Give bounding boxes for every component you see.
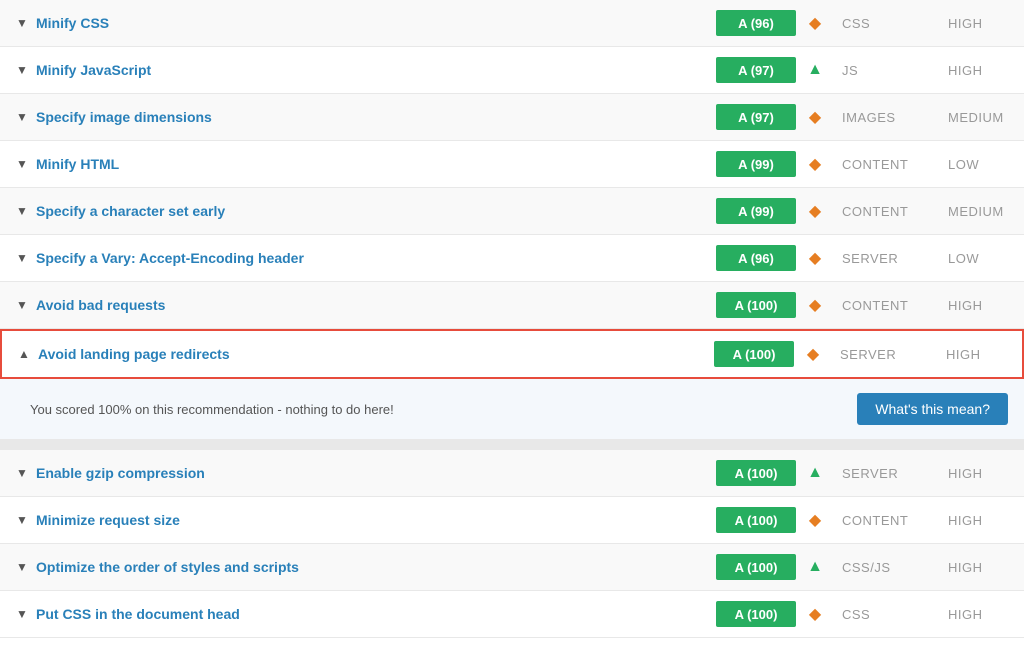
priority-order-of-styles: HIGH [948, 560, 1008, 575]
category-minimize-request-size: CONTENT [842, 513, 932, 528]
category-order-of-styles: CSS/JS [842, 560, 932, 575]
toggle-arrow-specify-charset[interactable]: ▼ [16, 204, 28, 218]
score-badge-specify-image-dimensions: A (97) [716, 104, 796, 130]
trend-diamond-icon: ◆ [804, 13, 826, 33]
row-title-minify-js[interactable]: Minify JavaScript [36, 62, 716, 78]
score-badge-css-in-head: A (100) [716, 601, 796, 627]
detail-row-avoid-landing-redirects: You scored 100% on this recommendation -… [0, 379, 1024, 440]
score-badge-avoid-bad-requests: A (100) [716, 292, 796, 318]
category-specify-image-dimensions: IMAGES [842, 110, 932, 125]
row-title-minify-css[interactable]: Minify CSS [36, 15, 716, 31]
priority-avoid-landing-redirects: HIGH [946, 347, 1006, 362]
category-minify-js: JS [842, 63, 932, 78]
toggle-arrow-order-of-styles[interactable]: ▼ [16, 560, 28, 574]
whats-this-button[interactable]: What's this mean? [857, 393, 1008, 425]
trend-up-icon: ▲ [804, 464, 826, 482]
trend-diamond-icon: ◆ [804, 510, 826, 530]
main-container: ▼ Minify CSS A (96) ◆ CSS HIGH ▼ Minify … [0, 0, 1024, 638]
score-badge-minimize-request-size: A (100) [716, 507, 796, 533]
category-specify-charset: CONTENT [842, 204, 932, 219]
trend-diamond-icon: ◆ [802, 344, 824, 364]
trend-diamond-icon: ◆ [804, 248, 826, 268]
trend-diamond-icon: ◆ [804, 107, 826, 127]
row-title-css-in-head[interactable]: Put CSS in the document head [36, 606, 716, 622]
rule-row-specify-image-dimensions: ▼ Specify image dimensions A (97) ◆ IMAG… [0, 94, 1024, 141]
priority-css-in-head: HIGH [948, 607, 1008, 622]
score-badge-vary-header: A (96) [716, 245, 796, 271]
score-badge-minify-js: A (97) [716, 57, 796, 83]
priority-minimize-request-size: HIGH [948, 513, 1008, 528]
toggle-arrow-minimize-request-size[interactable]: ▼ [16, 513, 28, 527]
priority-specify-charset: MEDIUM [948, 204, 1008, 219]
score-badge-minify-html: A (99) [716, 151, 796, 177]
trend-diamond-icon: ◆ [804, 154, 826, 174]
category-enable-gzip: SERVER [842, 466, 932, 481]
toggle-arrow-enable-gzip[interactable]: ▼ [16, 466, 28, 480]
category-avoid-landing-redirects: SERVER [840, 347, 930, 362]
rule-row-minimize-request-size: ▼ Minimize request size A (100) ◆ CONTEN… [0, 497, 1024, 544]
rule-row-minify-js: ▼ Minify JavaScript A (97) ▲ JS HIGH [0, 47, 1024, 94]
priority-minify-js: HIGH [948, 63, 1008, 78]
priority-enable-gzip: HIGH [948, 466, 1008, 481]
score-badge-minify-css: A (96) [716, 10, 796, 36]
category-avoid-bad-requests: CONTENT [842, 298, 932, 313]
trend-diamond-icon: ◆ [804, 295, 826, 315]
row-title-minimize-request-size[interactable]: Minimize request size [36, 512, 716, 528]
priority-specify-image-dimensions: MEDIUM [948, 110, 1008, 125]
row-title-order-of-styles[interactable]: Optimize the order of styles and scripts [36, 559, 716, 575]
score-badge-avoid-landing-redirects: A (100) [714, 341, 794, 367]
row-title-specify-image-dimensions[interactable]: Specify image dimensions [36, 109, 716, 125]
trend-diamond-icon: ◆ [804, 201, 826, 221]
rule-row-minify-html: ▼ Minify HTML A (99) ◆ CONTENT LOW [0, 141, 1024, 188]
toggle-arrow-vary-header[interactable]: ▼ [16, 251, 28, 265]
rule-row-avoid-landing-redirects: ▲ Avoid landing page redirects A (100) ◆… [0, 329, 1024, 379]
toggle-arrow-avoid-landing-redirects[interactable]: ▲ [18, 347, 30, 361]
score-badge-specify-charset: A (99) [716, 198, 796, 224]
toggle-arrow-minify-js[interactable]: ▼ [16, 63, 28, 77]
rule-row-minify-css: ▼ Minify CSS A (96) ◆ CSS HIGH [0, 0, 1024, 47]
rule-row-enable-gzip: ▼ Enable gzip compression A (100) ▲ SERV… [0, 450, 1024, 497]
rule-row-css-in-head: ▼ Put CSS in the document head A (100) ◆… [0, 591, 1024, 638]
row-title-minify-html[interactable]: Minify HTML [36, 156, 716, 172]
section-divider [0, 440, 1024, 450]
score-badge-enable-gzip: A (100) [716, 460, 796, 486]
trend-up-icon: ▲ [804, 558, 826, 576]
toggle-arrow-css-in-head[interactable]: ▼ [16, 607, 28, 621]
priority-avoid-bad-requests: HIGH [948, 298, 1008, 313]
row-title-avoid-bad-requests[interactable]: Avoid bad requests [36, 297, 716, 313]
category-minify-css: CSS [842, 16, 932, 31]
rule-row-vary-header: ▼ Specify a Vary: Accept-Encoding header… [0, 235, 1024, 282]
rule-row-specify-charset: ▼ Specify a character set early A (99) ◆… [0, 188, 1024, 235]
category-css-in-head: CSS [842, 607, 932, 622]
toggle-arrow-minify-css[interactable]: ▼ [16, 16, 28, 30]
toggle-arrow-avoid-bad-requests[interactable]: ▼ [16, 298, 28, 312]
category-minify-html: CONTENT [842, 157, 932, 172]
row-title-specify-charset[interactable]: Specify a character set early [36, 203, 716, 219]
score-badge-order-of-styles: A (100) [716, 554, 796, 580]
row-title-enable-gzip[interactable]: Enable gzip compression [36, 465, 716, 481]
row-title-avoid-landing-redirects[interactable]: Avoid landing page redirects [38, 346, 714, 362]
rule-row-order-of-styles: ▼ Optimize the order of styles and scrip… [0, 544, 1024, 591]
toggle-arrow-minify-html[interactable]: ▼ [16, 157, 28, 171]
priority-minify-html: LOW [948, 157, 1008, 172]
row-title-vary-header[interactable]: Specify a Vary: Accept-Encoding header [36, 250, 716, 266]
detail-text-avoid-landing-redirects: You scored 100% on this recommendation -… [30, 402, 857, 417]
toggle-arrow-specify-image-dimensions[interactable]: ▼ [16, 110, 28, 124]
priority-minify-css: HIGH [948, 16, 1008, 31]
trend-up-icon: ▲ [804, 61, 826, 79]
trend-diamond-icon: ◆ [804, 604, 826, 624]
rule-row-avoid-bad-requests: ▼ Avoid bad requests A (100) ◆ CONTENT H… [0, 282, 1024, 329]
category-vary-header: SERVER [842, 251, 932, 266]
priority-vary-header: LOW [948, 251, 1008, 266]
